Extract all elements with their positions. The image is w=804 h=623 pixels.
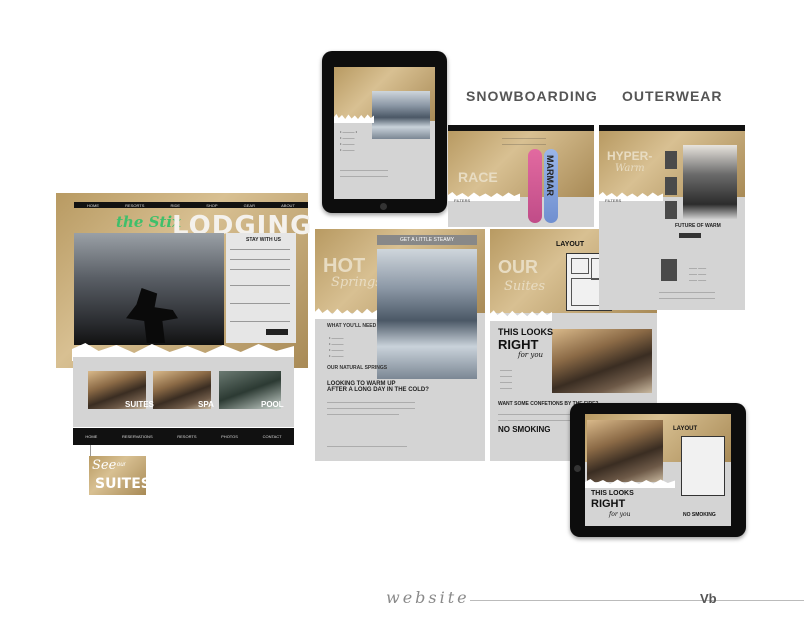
needs-heading: WHAT YOU'LL NEED (327, 323, 377, 329)
shop-button[interactable] (679, 233, 701, 238)
page-code: Vb (700, 591, 717, 606)
warm-up-heading: LOOKING TO WARM UP AFTER A LONG DAY IN T… (327, 381, 429, 393)
snowboard-pink[interactable] (528, 149, 542, 223)
ipad-room-photo (587, 420, 663, 482)
looks-line2: RIGHT (498, 337, 539, 352)
lodging-page: HOME RESORTS RIDE SHOP GEAR ABOUT the St… (56, 193, 311, 368)
ipad-bottom-home-button[interactable] (574, 465, 581, 472)
ipad-bottom: LAYOUT THIS LOOKS RIGHT for you NO SMOKI… (570, 403, 746, 537)
ipad-no-smoking: NO SMOKING (683, 512, 716, 518)
nav-item[interactable]: SHOP (206, 203, 217, 208)
stay-panel: STAY WITH US (226, 233, 296, 343)
future-label: FUTURE OF WARM (675, 223, 721, 229)
jacket-small[interactable] (661, 259, 677, 281)
snowboard-page: RACE ——————————— ——————————— MARMAR FILTE… (448, 125, 594, 227)
no-smoking-heading: NO SMOKING (498, 425, 551, 434)
nav-item[interactable]: RIDE (171, 203, 181, 208)
ipad-looks-line2: RIGHT (591, 498, 626, 510)
filters-label: FILTERS (454, 198, 471, 203)
outerwear-page: HYPER- Warm FILTERS FUTURE OF WARM —— ——… (599, 125, 745, 310)
ipad-layout-label: LAYOUT (673, 426, 698, 432)
footer-nav-item[interactable]: PHOTOS (221, 434, 238, 439)
see-our-suites-badge[interactable]: See our SUITES (89, 456, 151, 495)
nav-item[interactable]: HOME (87, 203, 99, 208)
our-title: OUR (498, 257, 538, 277)
springs-title: Springs (331, 275, 382, 290)
pool-label: POOL (261, 400, 284, 409)
stay-label: STAY WITH US (246, 237, 281, 243)
looks-line3: for you (518, 351, 544, 359)
nav-item[interactable]: RESORTS (125, 203, 144, 208)
spa-label: SPA (198, 400, 214, 409)
suites-title: Suites (504, 279, 546, 294)
footer-nav-item[interactable]: RESERVATIONS (122, 434, 153, 439)
nav-item[interactable]: ABOUT (281, 203, 295, 208)
outerwear-heading: OUTERWEAR (622, 88, 723, 104)
ipad-looks-line1: THIS LOOKS (591, 490, 634, 497)
suite-label: SUITES (125, 400, 154, 409)
jacket-thumb[interactable] (665, 201, 677, 219)
snowboarding-heading: SNOWBOARDING (466, 88, 598, 104)
footer-nav-item[interactable]: RESORTS (177, 434, 196, 439)
our-word: our (117, 462, 126, 468)
board-text: MARMAR (545, 155, 555, 196)
lodging-top-nav: HOME RESORTS RIDE SHOP GEAR ABOUT (74, 202, 308, 208)
ipad-hotsprings-photo (372, 91, 430, 139)
see-word: See (92, 458, 117, 473)
hot-springs-banner: GET A LITTLE STEAMY (377, 235, 477, 245)
warm-title: Warm (615, 163, 645, 174)
footer-nav-item[interactable]: HOME (85, 434, 97, 439)
ipad-looks-line3: for you (609, 511, 631, 518)
suites-word: SUITES (95, 476, 151, 492)
suite-room-photo (552, 329, 652, 393)
hyper-title: HYPER- (607, 149, 653, 163)
footer-rule (470, 600, 804, 601)
jacket-thumb[interactable] (665, 151, 677, 169)
model-photo (683, 145, 737, 219)
filters-label: FILTERS (605, 198, 622, 203)
hot-springs-page: HOT Springs GET A LITTLE STEAMY WHAT YOU… (315, 229, 485, 461)
ipad-home-button[interactable] (380, 203, 387, 210)
layout-label: LAYOUT (556, 241, 585, 248)
ipad-top: • ——— • • ——— • ——— • ——— ———————————— —————… (322, 51, 447, 213)
race-title: RACE (458, 169, 498, 185)
springs-heading: OUR NATURAL SPRINGS (327, 365, 388, 371)
looks-line1: THIS LOOKS (498, 327, 554, 337)
snowboard-blue[interactable]: MARMAR (544, 149, 558, 223)
hot-springs-photo (377, 249, 477, 379)
footer-nav-item[interactable]: CONTACT (263, 434, 282, 439)
jacket-thumb[interactable] (665, 177, 677, 195)
suites-strip: SUITES SPA POOL (73, 357, 294, 427)
search-button[interactable] (266, 329, 288, 335)
ipad-floorplan (681, 436, 725, 496)
website-label: website (386, 588, 470, 607)
nav-item[interactable]: GEAR (244, 203, 255, 208)
lodging-footer-nav: HOME RESERVATIONS RESORTS PHOTOS CONTACT (73, 428, 294, 445)
